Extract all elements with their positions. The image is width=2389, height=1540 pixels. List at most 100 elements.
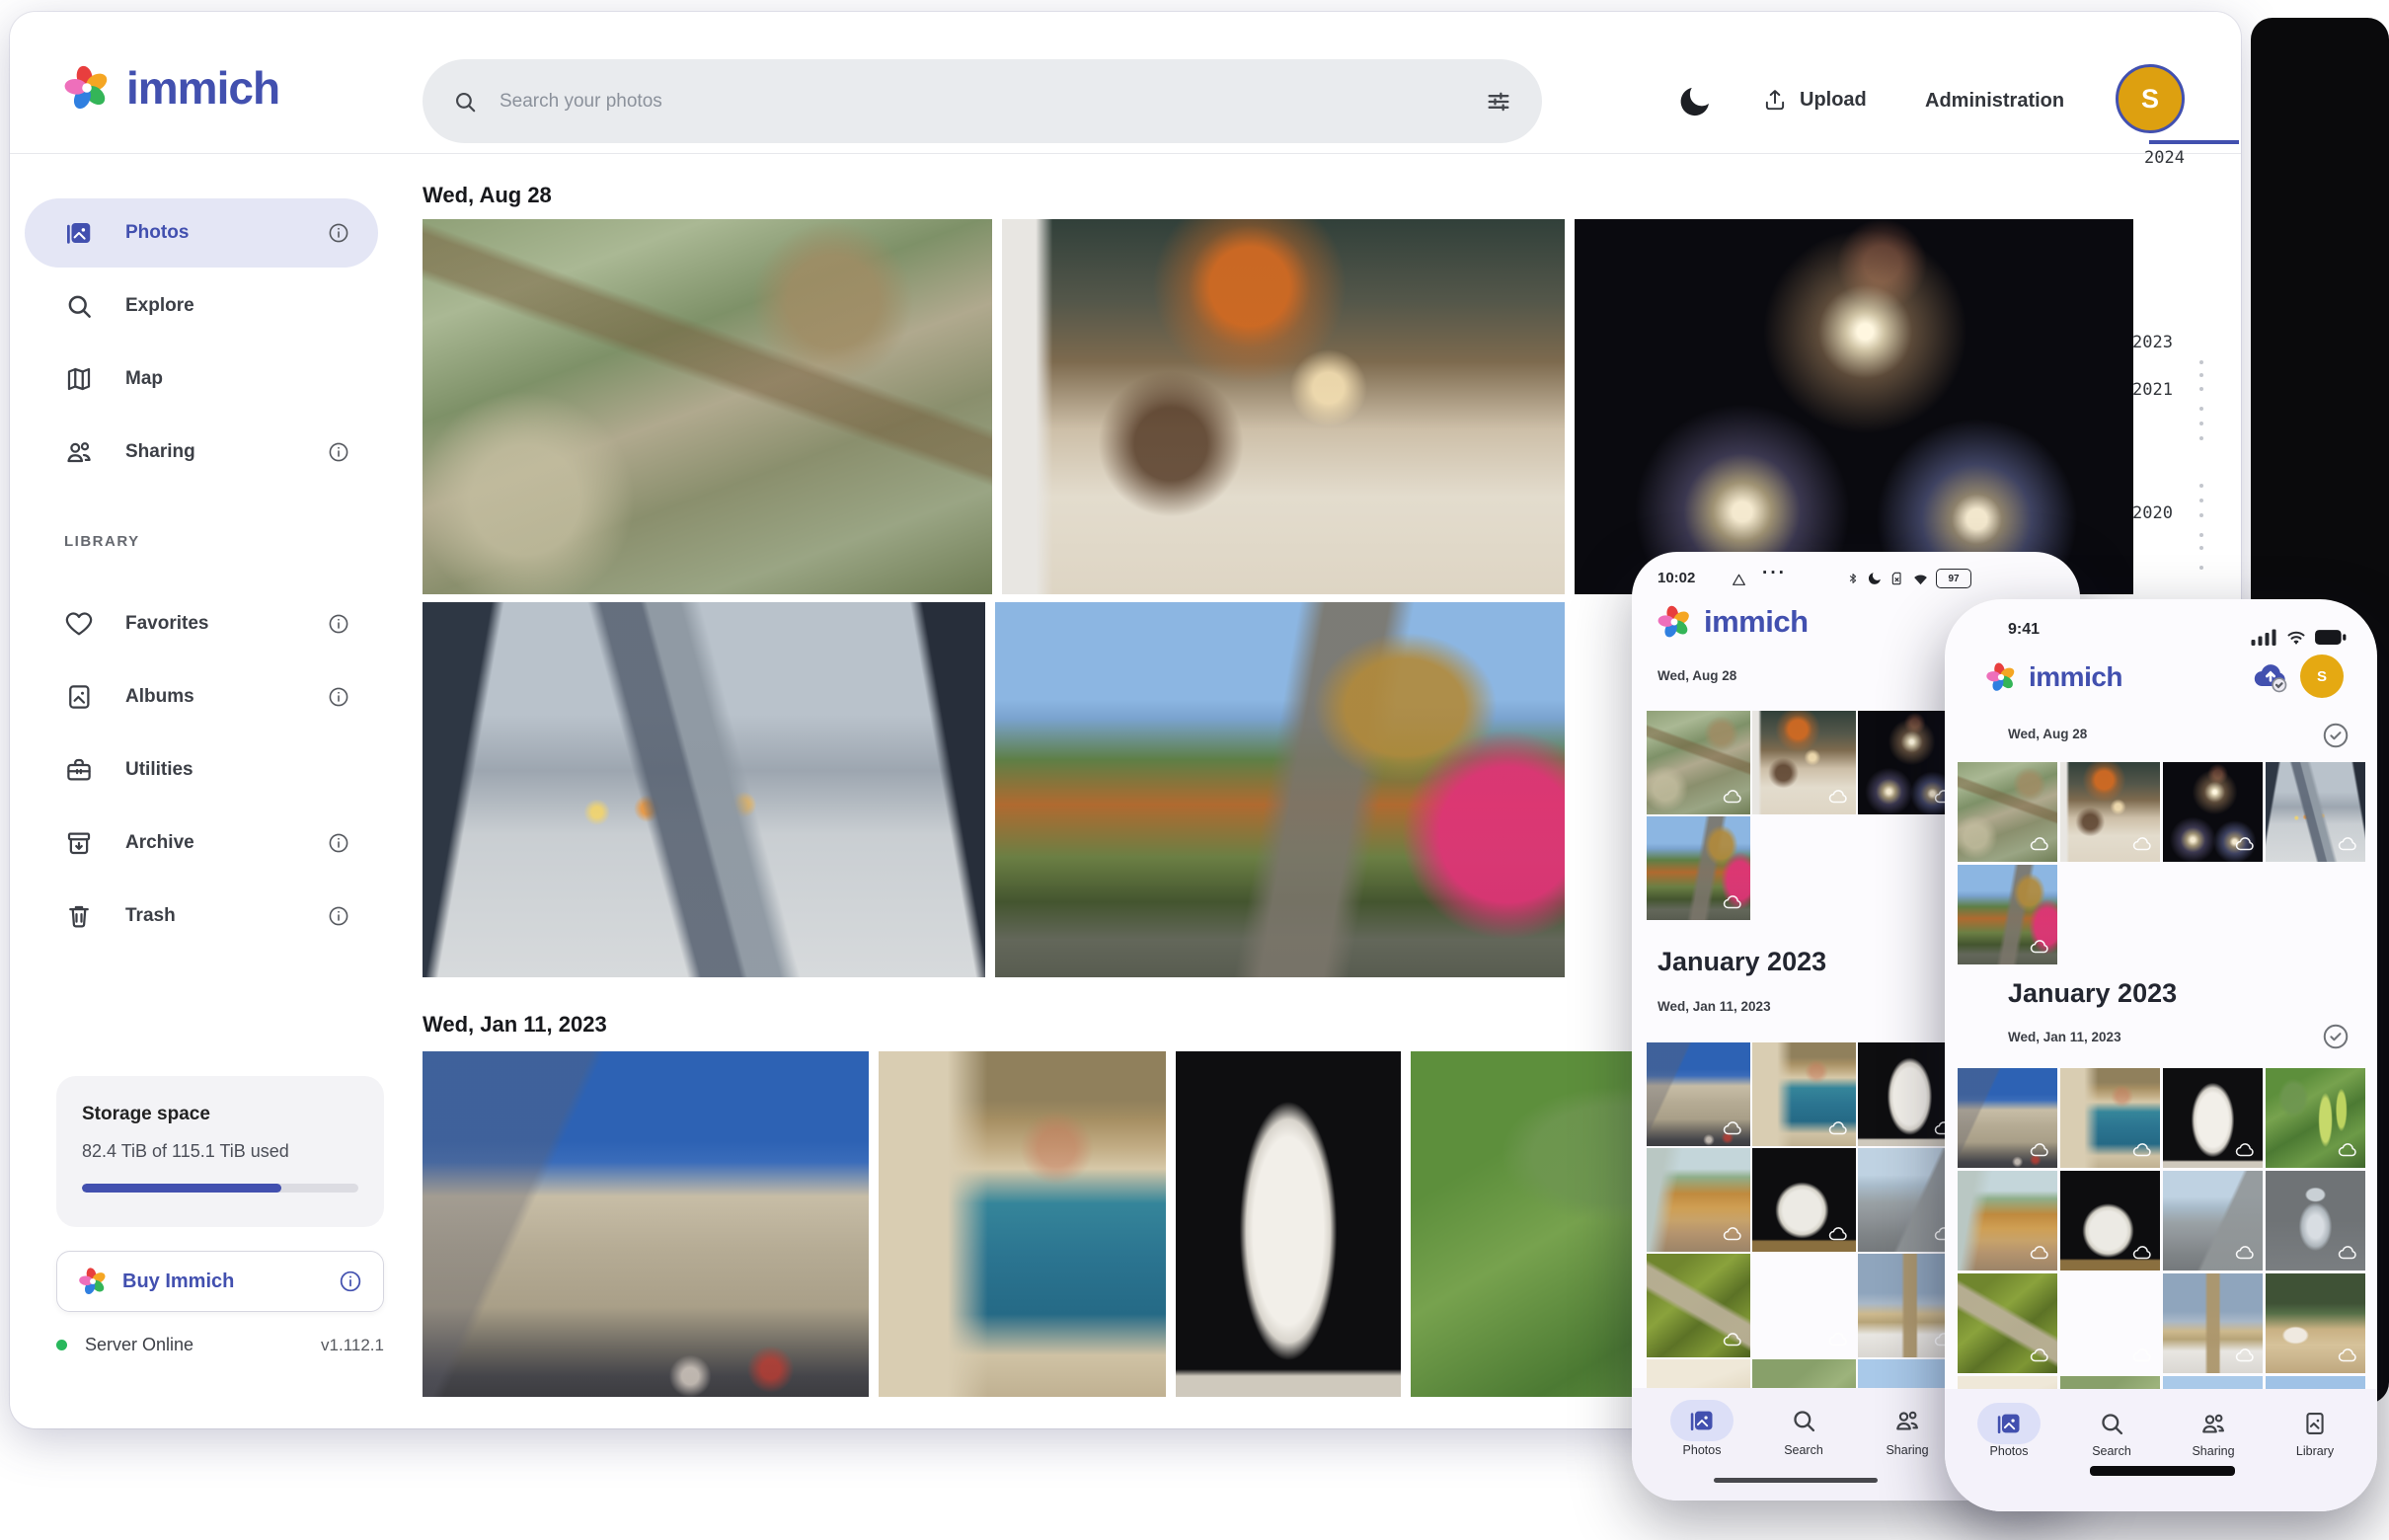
cloud-sync-icon: [1722, 1223, 1743, 1245]
sidebar-item-archive[interactable]: Archive: [25, 808, 378, 878]
immich-flower-icon: [77, 1266, 109, 1297]
photo-thumbnail-castle-ruins: [2163, 1171, 2263, 1270]
cloud-sync-icon: [2029, 1242, 2050, 1264]
sidebar-item-label: Explore: [125, 295, 194, 317]
bluetooth-icon: [1846, 572, 1860, 585]
cloud-sync-icon: [2337, 833, 2358, 855]
status-icons: 97: [1846, 569, 1971, 588]
user-avatar[interactable]: S: [2116, 64, 2185, 133]
sidebar-item-albums[interactable]: Albums: [25, 662, 378, 732]
scrubber-tick-dot: [2199, 407, 2203, 411]
storage-title: Storage space: [82, 1104, 358, 1125]
people-icon: [2199, 1410, 2227, 1437]
scrubber-position-marker: [2149, 140, 2239, 144]
sidebar-item-favorites[interactable]: Favorites: [25, 589, 378, 658]
photo-thumbnail-autumn-garden-path: [1958, 865, 2057, 964]
administration-link[interactable]: Administration: [1925, 90, 2064, 113]
info-icon[interactable]: [338, 1269, 363, 1294]
sidebar-item-explore[interactable]: Explore: [25, 271, 378, 341]
buy-immich-button[interactable]: Buy Immich: [56, 1251, 384, 1312]
filter-sliders-icon[interactable]: [1485, 88, 1512, 116]
wifi-icon: [2284, 625, 2308, 649]
cloud-sync-icon: [2029, 1139, 2050, 1161]
info-icon[interactable]: [327, 685, 350, 709]
search-icon: [1790, 1407, 1817, 1434]
sidebar-item-map[interactable]: Map: [25, 345, 378, 414]
scrubber-tick-dot: [2199, 373, 2203, 377]
nav-item-label: Library: [2256, 1444, 2374, 1458]
nav-item-label: Sharing: [2154, 1444, 2273, 1458]
photo-thumbnail-fireworks[interactable]: [1575, 219, 2133, 594]
photo-thumbnail-fortress-walls[interactable]: [423, 1051, 869, 1397]
album-icon: [64, 682, 94, 712]
sidebar-item-label: Sharing: [125, 441, 195, 463]
logo-text: immich: [2029, 661, 2122, 693]
date-group-header: Wed, Aug 28: [423, 183, 552, 208]
photo-thumbnail-beach-cliff: [1647, 1148, 1750, 1252]
cloud-sync-icon: [1827, 1117, 1849, 1139]
photo-thumbnail-autumn-dinner-table[interactable]: [1002, 219, 1565, 594]
search-icon: [64, 291, 94, 321]
home-indicator: [2090, 1466, 2235, 1476]
info-icon[interactable]: [327, 904, 350, 928]
scrubber-tick-dot: [2199, 513, 2203, 517]
photo-thumbnail-autumn-garden-path[interactable]: [995, 602, 1565, 977]
search-input[interactable]: [498, 90, 1465, 114]
cloud-sync-icon: [2234, 1242, 2256, 1264]
cloud-sync-icon: [2337, 1345, 2358, 1366]
cloud-sync-icon: [1827, 786, 1849, 808]
info-icon[interactable]: [327, 831, 350, 855]
storage-space-card: Storage space 82.4 TiB of 115.1 TiB used: [56, 1076, 384, 1227]
status-time: 9:41: [2008, 621, 2040, 639]
photo-thumbnail-silver-centerpiece: [2266, 1171, 2365, 1270]
photo-thumbnail-lizard-on-moss: [1958, 1273, 2057, 1373]
photo-thumbnail-holding-hands: [2266, 762, 2365, 862]
photo-thumbnail-autumn-garden-path: [1647, 816, 1750, 920]
scrubber-year-2024[interactable]: 2024: [2144, 148, 2185, 168]
photo-thumbnail-coastal-town[interactable]: [879, 1051, 1166, 1397]
photo-thumbnail-autumn-dinner-table: [2060, 762, 2160, 862]
info-icon[interactable]: [327, 440, 350, 464]
user-avatar: S: [2300, 654, 2344, 698]
sidebar-item-photos[interactable]: Photos: [25, 198, 378, 268]
scrubber-year-2020[interactable]: 2020: [2132, 503, 2173, 523]
photo-thumbnail-marble-bust-2: [1752, 1148, 1856, 1252]
search-icon: [2098, 1410, 2125, 1437]
sidebar-item-trash[interactable]: Trash: [25, 882, 378, 951]
info-icon[interactable]: [327, 612, 350, 636]
home-indicator: [1714, 1478, 1878, 1483]
storage-progress-track: [82, 1184, 358, 1193]
photo-thumbnail-beach-cliff: [1958, 1171, 2057, 1270]
sidebar-item-sharing[interactable]: Sharing: [25, 418, 378, 487]
upload-button[interactable]: Upload: [1762, 87, 1867, 113]
photo-thumbnail-marble-bust[interactable]: [1176, 1051, 1401, 1397]
info-icon[interactable]: [327, 221, 350, 245]
battery-icon: 97: [1936, 569, 1971, 588]
server-status-row: Server Online v1.112.1: [56, 1335, 384, 1355]
cloud-sync-icon: [2029, 833, 2050, 855]
photo-thumbnail-lizard-on-moss-2: [1752, 1254, 1856, 1357]
photo-thumbnail-monkeys-at-zoo[interactable]: [423, 219, 992, 594]
wifi-icon: [1912, 571, 1929, 587]
immich-flower-icon: [1656, 603, 1693, 641]
sidebar-item-label: Archive: [125, 832, 194, 854]
dark-mode-toggle-moon-icon[interactable]: [1676, 83, 1714, 120]
scrubber-tick-dot: [2199, 546, 2203, 550]
search-bar[interactable]: [423, 59, 1542, 143]
date-group-header: Wed, Jan 11, 2023: [2008, 1030, 2121, 1044]
scrubber-year-2021[interactable]: 2021: [2132, 380, 2173, 400]
scrubber-tick-dot: [2199, 533, 2203, 537]
scrubber-tick-dot: [2199, 360, 2203, 364]
photo-thumbnail-holding-hands[interactable]: [423, 602, 985, 977]
toolbox-icon: [64, 755, 94, 785]
month-header: January 2023: [1657, 947, 1826, 977]
sidebar-item-label: Map: [125, 368, 163, 390]
signal-bars-icon: [2251, 628, 2277, 646]
date-group-header: Wed, Aug 28: [2008, 727, 2087, 741]
photo-thumbnail-monkeys-at-zoo: [1958, 762, 2057, 862]
sidebar-item-label: Favorites: [125, 613, 208, 635]
sidebar-item-utilities[interactable]: Utilities: [25, 735, 378, 805]
immich-flower-icon: [1984, 660, 2018, 694]
scrubber-year-2023[interactable]: 2023: [2132, 333, 2173, 352]
cloud-sync-icon: [2029, 1345, 2050, 1366]
